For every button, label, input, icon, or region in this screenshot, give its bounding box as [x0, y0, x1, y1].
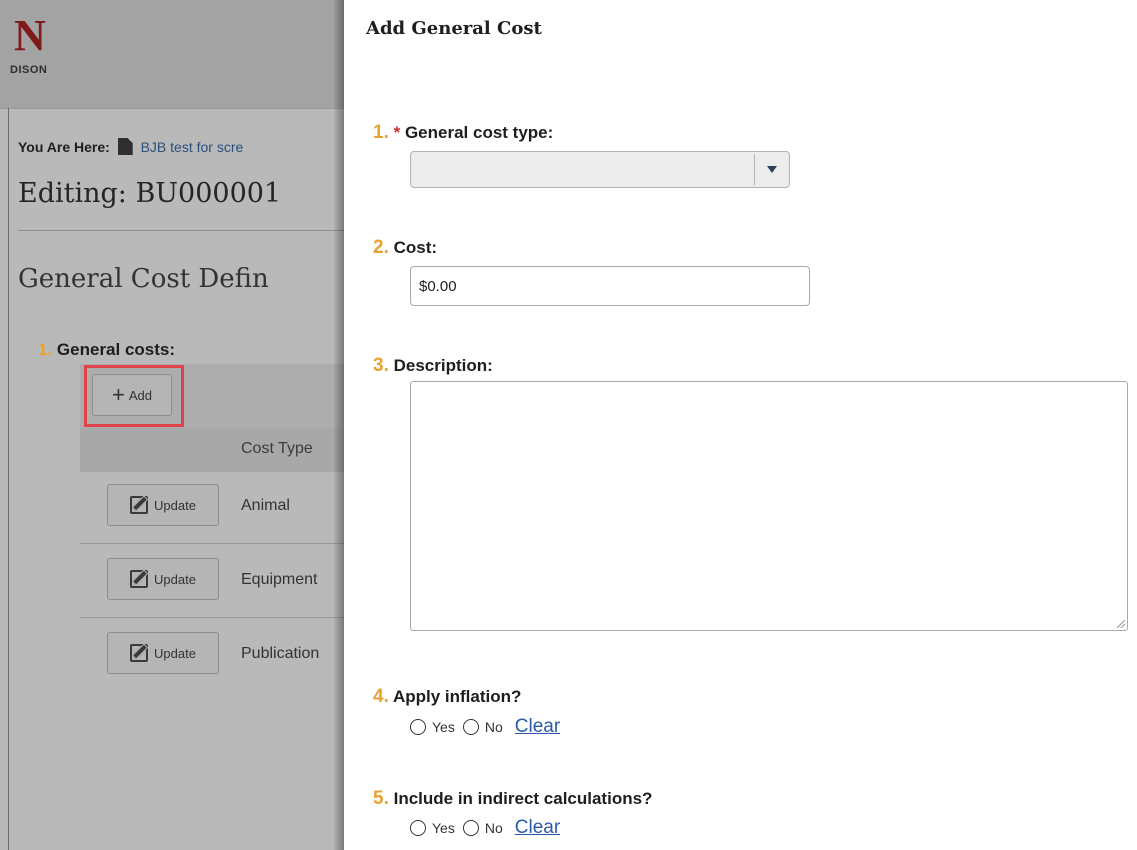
breadcrumb-label: You Are Here:: [18, 139, 110, 155]
no-radio[interactable]: [462, 820, 479, 836]
include-indirect-question: 5. Include in indirect calculations?: [373, 788, 652, 810]
question-number: 5.: [373, 788, 389, 809]
background-page: N DISON You Are Here: BJB test for scre …: [0, 0, 360, 850]
question-number: 1.: [38, 340, 53, 359]
question-number: 4.: [373, 686, 389, 707]
yes-radio[interactable]: [410, 719, 426, 735]
question-number: 3.: [373, 355, 389, 376]
update-button[interactable]: Update: [107, 632, 219, 674]
no-radio[interactable]: [462, 719, 479, 735]
add-general-cost-dialog: Add General Cost 1. * General cost type:…: [344, 0, 1137, 850]
update-button-label: Update: [154, 645, 196, 661]
general-cost-type-select[interactable]: [410, 151, 790, 188]
no-label[interactable]: No: [485, 820, 503, 836]
document-icon: [117, 138, 133, 155]
select-divider: [754, 154, 755, 185]
yes-radio[interactable]: [410, 820, 426, 836]
question-label: Description:: [393, 356, 493, 375]
question-label: Include in indirect calculations?: [393, 789, 653, 808]
yes-label[interactable]: Yes: [432, 820, 455, 836]
question-label: General costs:: [56, 340, 176, 359]
table-header: [80, 428, 360, 472]
university-logo-text: DISON: [10, 64, 48, 76]
page-title: Editing: BU000001: [18, 178, 282, 209]
column-header-cost-type[interactable]: Cost Type: [241, 440, 313, 458]
description-textarea[interactable]: [410, 381, 1128, 631]
resize-handle-icon[interactable]: [1117, 620, 1125, 628]
dropdown-arrow-icon: [767, 166, 777, 173]
edit-icon: [130, 570, 149, 588]
clear-link[interactable]: Clear: [515, 716, 560, 738]
required-marker: *: [393, 123, 401, 142]
breadcrumb: You Are Here: BJB test for scre: [18, 138, 243, 155]
site-header: N DISON: [0, 0, 360, 109]
apply-inflation-options: Yes No Clear: [410, 716, 560, 738]
description-question: 3. Description:: [373, 355, 493, 377]
add-button-label: Add: [128, 387, 152, 403]
yes-label[interactable]: Yes: [432, 719, 455, 735]
table-row-cost-type: Equipment: [241, 571, 318, 588]
question-label: General cost type:: [404, 123, 554, 142]
update-button-label: Update: [154, 497, 196, 513]
question-number: 1.: [373, 122, 389, 143]
apply-inflation-question: 4. Apply inflation?: [373, 686, 521, 708]
section-title: General Cost Defin: [18, 264, 269, 294]
general-cost-type-question: 1. * General cost type:: [373, 122, 553, 144]
cost-question: 2. Cost:: [373, 237, 437, 259]
dialog-shadow: [334, 0, 344, 850]
page-border: [8, 108, 9, 850]
clear-link[interactable]: Clear: [515, 817, 560, 839]
general-costs-question: 1. General costs:: [38, 340, 175, 360]
title-divider: [18, 230, 360, 231]
add-button[interactable]: + Add: [92, 374, 172, 416]
update-button[interactable]: Update: [107, 484, 219, 526]
table-row-cost-type: Publication: [241, 645, 320, 662]
update-button[interactable]: Update: [107, 558, 219, 600]
university-logo: N: [14, 11, 46, 60]
plus-icon: +: [112, 382, 125, 407]
row-divider: [80, 617, 360, 618]
cost-input[interactable]: [410, 266, 810, 306]
breadcrumb-link[interactable]: BJB test for scre: [141, 139, 244, 155]
question-label: Cost:: [393, 238, 438, 257]
edit-icon: [130, 496, 149, 514]
include-indirect-options: Yes No Clear: [410, 817, 560, 839]
row-divider: [80, 543, 360, 544]
question-number: 2.: [373, 237, 389, 258]
edit-icon: [130, 644, 149, 662]
dialog-title: Add General Cost: [366, 18, 542, 39]
update-button-label: Update: [154, 571, 196, 587]
table-row-cost-type: Animal: [241, 497, 290, 514]
question-label: Apply inflation?: [392, 687, 522, 706]
no-label[interactable]: No: [485, 719, 503, 735]
